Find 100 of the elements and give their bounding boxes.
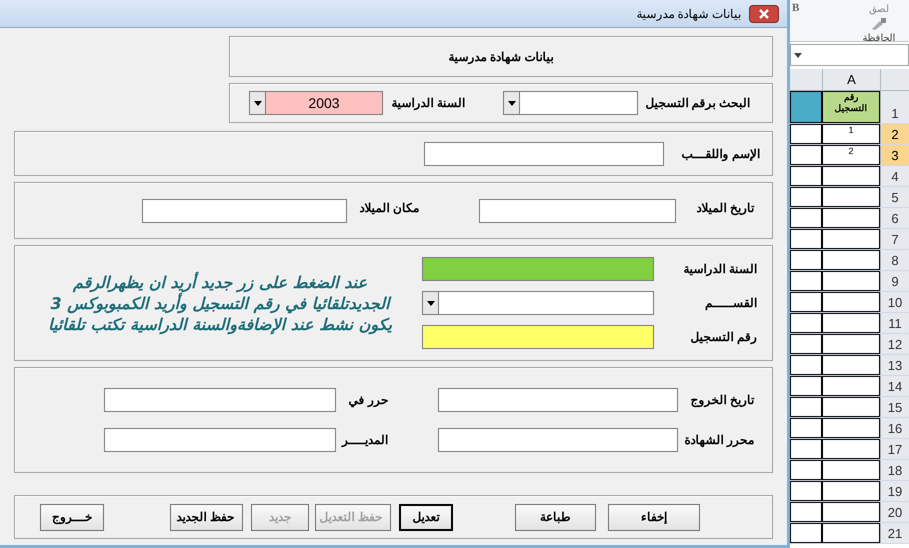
sheet-cell <box>790 124 822 144</box>
sheet-cell <box>822 460 880 480</box>
field-label: المديــــر <box>340 432 388 449</box>
row-number[interactable]: 21 <box>880 523 909 543</box>
sheet-cell <box>790 250 822 270</box>
sheet-cell <box>822 292 880 312</box>
sheet-cell <box>790 208 822 228</box>
sheet-cell <box>822 523 880 543</box>
close-icon <box>759 8 769 18</box>
input-field[interactable] <box>142 198 347 222</box>
combo-box[interactable]: 2003 <box>249 91 383 115</box>
row-number[interactable]: 2 <box>880 124 909 144</box>
input-field[interactable] <box>104 388 336 412</box>
row-number[interactable]: 15 <box>880 397 909 417</box>
row-number[interactable]: 17 <box>880 439 909 459</box>
sheet-cell <box>790 355 822 375</box>
field-label: السنة الدراسية <box>682 261 757 278</box>
field-label: تاريخ الميلاد <box>696 200 754 216</box>
sheet-cell <box>822 355 880 375</box>
combo-value: 2003 <box>307 94 341 113</box>
row-number[interactable]: 4 <box>880 166 909 186</box>
row-number[interactable]: 3 <box>880 145 909 165</box>
input-field[interactable] <box>479 198 676 222</box>
field-label: تاريخ الخروج <box>690 392 754 409</box>
sheet-cell <box>790 334 822 354</box>
sheet-cell <box>790 397 822 417</box>
sheet-cell <box>822 502 880 522</box>
sheet-cell <box>790 91 822 123</box>
input-field[interactable] <box>438 388 678 412</box>
dialog-button[interactable]: حفظ الجديد <box>170 504 243 530</box>
sheet-cell <box>790 145 822 165</box>
sheet-cell: رقم التسجيل <box>822 91 880 123</box>
sheet-cell <box>822 418 880 438</box>
sheet-cell <box>822 271 880 291</box>
sheet-cell <box>790 523 822 543</box>
dialog-button[interactable]: تعديل <box>399 504 453 530</box>
window-title: بيانات شهادة مدرسية <box>636 6 741 22</box>
sheet-cell <box>790 187 822 207</box>
combo-box[interactable] <box>422 291 654 315</box>
row-number[interactable]: 9 <box>880 271 909 291</box>
row-number[interactable]: 20 <box>880 502 909 522</box>
field-label: مكان الميلاد <box>358 200 419 216</box>
row-number[interactable]: 16 <box>880 418 909 438</box>
row-number[interactable]: 5 <box>880 187 909 207</box>
sheet-cell <box>822 376 880 396</box>
row-number[interactable]: 8 <box>880 250 909 270</box>
sheet-cell <box>822 439 880 459</box>
sheet-cell <box>822 166 880 186</box>
note-text: عند الضغط على زر جديد أريد ان يظهرالرقم الجديدتلقائيا في رقم التسجيل وأريد الكمبوبوكس 3 يكون نشط عند الإضافةوالسنة الدراسية تكتب تلقائيا <box>47 272 393 334</box>
combo-box[interactable] <box>503 91 638 115</box>
row-number[interactable]: 18 <box>880 460 909 480</box>
dialog-button[interactable]: طباعة <box>515 504 596 530</box>
row-number[interactable]: 10 <box>880 292 909 312</box>
field-label: رقم التسجيل <box>690 329 757 346</box>
sheet-cell <box>790 271 822 291</box>
row-number[interactable]: 1 <box>880 91 909 123</box>
field-label: البحث برقم التسجيل <box>644 95 750 112</box>
close-button[interactable] <box>749 4 779 22</box>
dialog-button[interactable]: خـــروج <box>40 504 104 530</box>
sheet-cell <box>790 313 822 333</box>
field-label: القســـــم <box>704 295 757 312</box>
row-number[interactable]: 11 <box>880 313 909 333</box>
input-field[interactable] <box>422 257 654 281</box>
sheet-cell <box>790 292 822 312</box>
sheet-cell <box>790 481 822 501</box>
row-number[interactable]: 6 <box>880 208 909 228</box>
sheet-cell <box>790 376 822 396</box>
input-field[interactable] <box>438 428 678 452</box>
field-label: السنة الدراسية <box>390 95 465 112</box>
row-number[interactable]: 12 <box>880 334 909 354</box>
row-number[interactable]: 7 <box>880 229 909 249</box>
input-field[interactable] <box>422 325 654 349</box>
sheet-cell <box>822 397 880 417</box>
input-field[interactable] <box>424 142 664 166</box>
sheet-cell <box>790 418 822 438</box>
sheet-cell <box>822 250 880 270</box>
sheet-cell <box>790 502 822 522</box>
sheet-cell <box>822 229 880 249</box>
sheet-cell <box>822 334 880 354</box>
dropdown-arrow-icon[interactable] <box>794 52 802 58</box>
sheet-cell: 2 <box>822 145 880 165</box>
ribbon-label: لصق <box>869 3 889 17</box>
sheet-cell <box>790 460 822 480</box>
row-number[interactable]: 13 <box>880 355 909 375</box>
sheet-cell: 1 <box>822 124 880 144</box>
bold-button[interactable]: B <box>792 0 800 16</box>
dialog-button[interactable]: إخفاء <box>608 504 700 530</box>
sheet-cell <box>790 166 822 186</box>
field-label: الإسم واللقـــب <box>680 146 760 162</box>
sheet-cell <box>822 313 880 333</box>
brush-icon <box>870 17 888 31</box>
sheet-cell <box>822 208 880 228</box>
sheet-cell <box>790 229 822 249</box>
sheet-cell <box>822 187 880 207</box>
row-number[interactable]: 14 <box>880 376 909 396</box>
field-label: محرر الشهادة <box>684 432 754 449</box>
ribbon-group-label: الحافظة <box>862 32 896 46</box>
input-field[interactable] <box>104 428 336 452</box>
sheet-cell <box>790 439 822 459</box>
row-number[interactable]: 19 <box>880 481 909 501</box>
